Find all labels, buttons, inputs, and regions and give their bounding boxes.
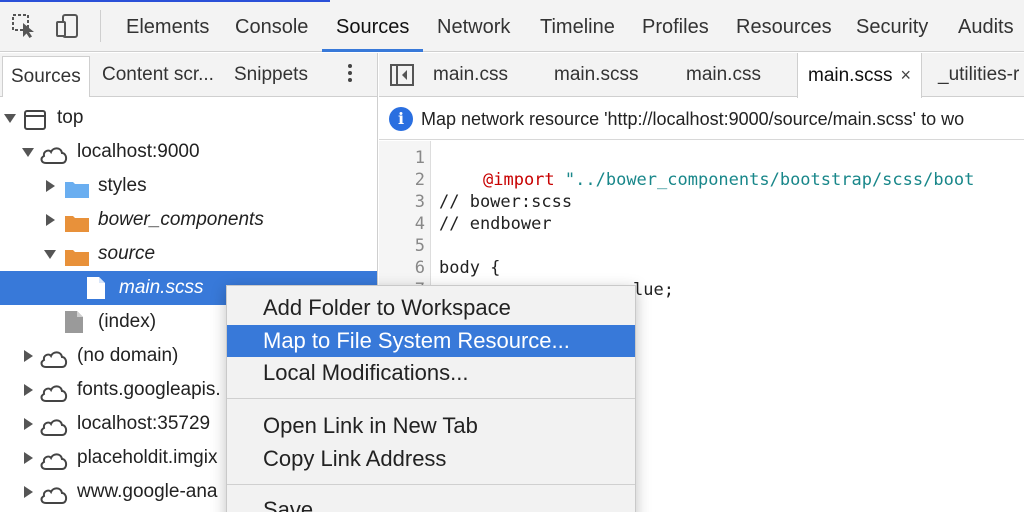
devtools-toolbar: Elements Console Sources Network Timelin…	[0, 0, 1024, 52]
editor-tabs: main.css main.scss main.css main.scss × _…	[379, 53, 1024, 98]
tree-item-label: bower_components	[98, 209, 264, 230]
toggle-navigator-icon[interactable]	[389, 62, 415, 88]
expand-arrow-icon[interactable]	[4, 114, 16, 123]
inspect-element-icon[interactable]	[10, 12, 38, 40]
line-number: 4	[414, 214, 425, 234]
navigator-tab-sources[interactable]: Sources	[2, 56, 90, 97]
editor-tab-main-scss-active[interactable]: main.scss ×	[797, 53, 922, 98]
cloud-icon	[38, 483, 70, 512]
menu-item-add-folder-to-workspace[interactable]: Add Folder to Workspace	[227, 292, 635, 324]
collapsed-arrow-icon[interactable]	[24, 418, 33, 430]
editor-tab-main-scss[interactable]: main.scss	[544, 53, 648, 97]
menu-separator	[227, 484, 635, 485]
toolbar-divider	[100, 10, 101, 42]
tab-network[interactable]: Network	[423, 0, 524, 52]
tab-audits[interactable]: Audits	[944, 0, 1024, 52]
code-comment: // bower:scss	[439, 192, 573, 212]
tree-item-label: (no domain)	[77, 345, 179, 366]
code-line: 5	[379, 235, 1024, 257]
tab-security[interactable]: Security	[842, 0, 942, 52]
code-comment: // endbower	[439, 214, 552, 234]
code-text: body {	[439, 258, 501, 278]
editor-tab-main-css[interactable]: main.css	[423, 53, 518, 97]
collapsed-arrow-icon[interactable]	[24, 384, 33, 396]
navigator-tab-content-scripts[interactable]: Content scr...	[94, 55, 222, 95]
expand-arrow-icon[interactable]	[44, 250, 56, 259]
menu-item-map-to-file-system-resource[interactable]: Map to File System Resource...	[227, 325, 635, 357]
tree-item-top[interactable]: top	[0, 101, 377, 135]
menu-item-open-link-in-new-tab[interactable]: Open Link in New Tab	[227, 410, 635, 442]
close-tab-icon[interactable]: ×	[900, 65, 911, 85]
tab-profiles[interactable]: Profiles	[628, 0, 723, 52]
tree-item-label: placeholdit.imgix	[77, 447, 218, 468]
tree-item-localhost-9000[interactable]: localhost:9000	[0, 135, 377, 169]
code-line: 4 // endbower	[379, 213, 1024, 235]
line-number: 1	[414, 148, 425, 168]
tab-sources[interactable]: Sources	[322, 0, 424, 52]
editor-tab-label: main.scss	[808, 65, 893, 86]
navigator-tabs: Sources Content scr... Snippets	[0, 53, 377, 97]
tree-item-label: localhost:9000	[77, 141, 200, 162]
code-line: 3 // bower:scss	[379, 191, 1024, 213]
code-line: 6 body {	[379, 257, 1024, 279]
menu-item-local-modifications[interactable]: Local Modifications...	[227, 357, 635, 389]
tree-item-styles[interactable]: styles	[0, 169, 377, 203]
line-number: 5	[414, 236, 425, 256]
editor-tab-main-css[interactable]: main.css	[676, 53, 771, 97]
tree-item-label: top	[57, 107, 84, 128]
tree-item-label: fonts.googleapis.	[77, 379, 221, 400]
menu-item-copy-link-address[interactable]: Copy Link Address	[227, 443, 635, 475]
navigator-tab-snippets[interactable]: Snippets	[226, 55, 316, 95]
collapsed-arrow-icon[interactable]	[46, 214, 55, 226]
menu-item-save[interactable]: Save	[227, 494, 635, 512]
tree-item-label: www.google-ana	[77, 481, 218, 502]
code-line: 1	[379, 147, 1024, 169]
line-number: 6	[414, 258, 425, 278]
tab-elements[interactable]: Elements	[112, 0, 223, 52]
code-line: 2 @import "../bower_components/bootstrap…	[379, 169, 1024, 191]
tab-console[interactable]: Console	[221, 0, 322, 52]
tree-item-label: (index)	[98, 311, 157, 332]
tree-item-source[interactable]: source	[0, 237, 377, 271]
tree-item-label: styles	[98, 175, 147, 196]
code-keyword: @import	[483, 170, 555, 190]
code-value: lue;	[633, 280, 674, 300]
tab-timeline[interactable]: Timeline	[526, 0, 629, 52]
collapsed-arrow-icon[interactable]	[24, 486, 33, 498]
context-menu: Add Folder to Workspace Map to File Syst…	[226, 285, 636, 512]
info-icon: i	[389, 107, 413, 131]
tab-resources[interactable]: Resources	[722, 0, 846, 52]
collapsed-arrow-icon[interactable]	[24, 350, 33, 362]
device-mode-icon[interactable]	[54, 12, 82, 40]
line-number: 3	[414, 192, 425, 212]
tree-item-label: localhost:35729	[77, 413, 211, 434]
line-number: 2	[414, 170, 425, 190]
code-string: "../bower_components/bootstrap/scss/boot	[564, 170, 975, 190]
editor-tab-utilities[interactable]: _utilities-r	[928, 53, 1024, 97]
collapsed-arrow-icon[interactable]	[24, 452, 33, 464]
collapsed-arrow-icon[interactable]	[46, 180, 55, 192]
tree-item-bower-components[interactable]: bower_components	[0, 203, 377, 237]
tree-item-label: main.scss	[119, 277, 204, 298]
tree-item-label: source	[98, 243, 156, 264]
infobar-message: Map network resource 'http://localhost:9…	[421, 109, 965, 129]
mapping-infobar: i Map network resource 'http://localhost…	[379, 98, 1024, 140]
menu-separator	[227, 398, 635, 399]
expand-arrow-icon[interactable]	[22, 148, 34, 157]
more-options-icon[interactable]	[340, 61, 360, 89]
